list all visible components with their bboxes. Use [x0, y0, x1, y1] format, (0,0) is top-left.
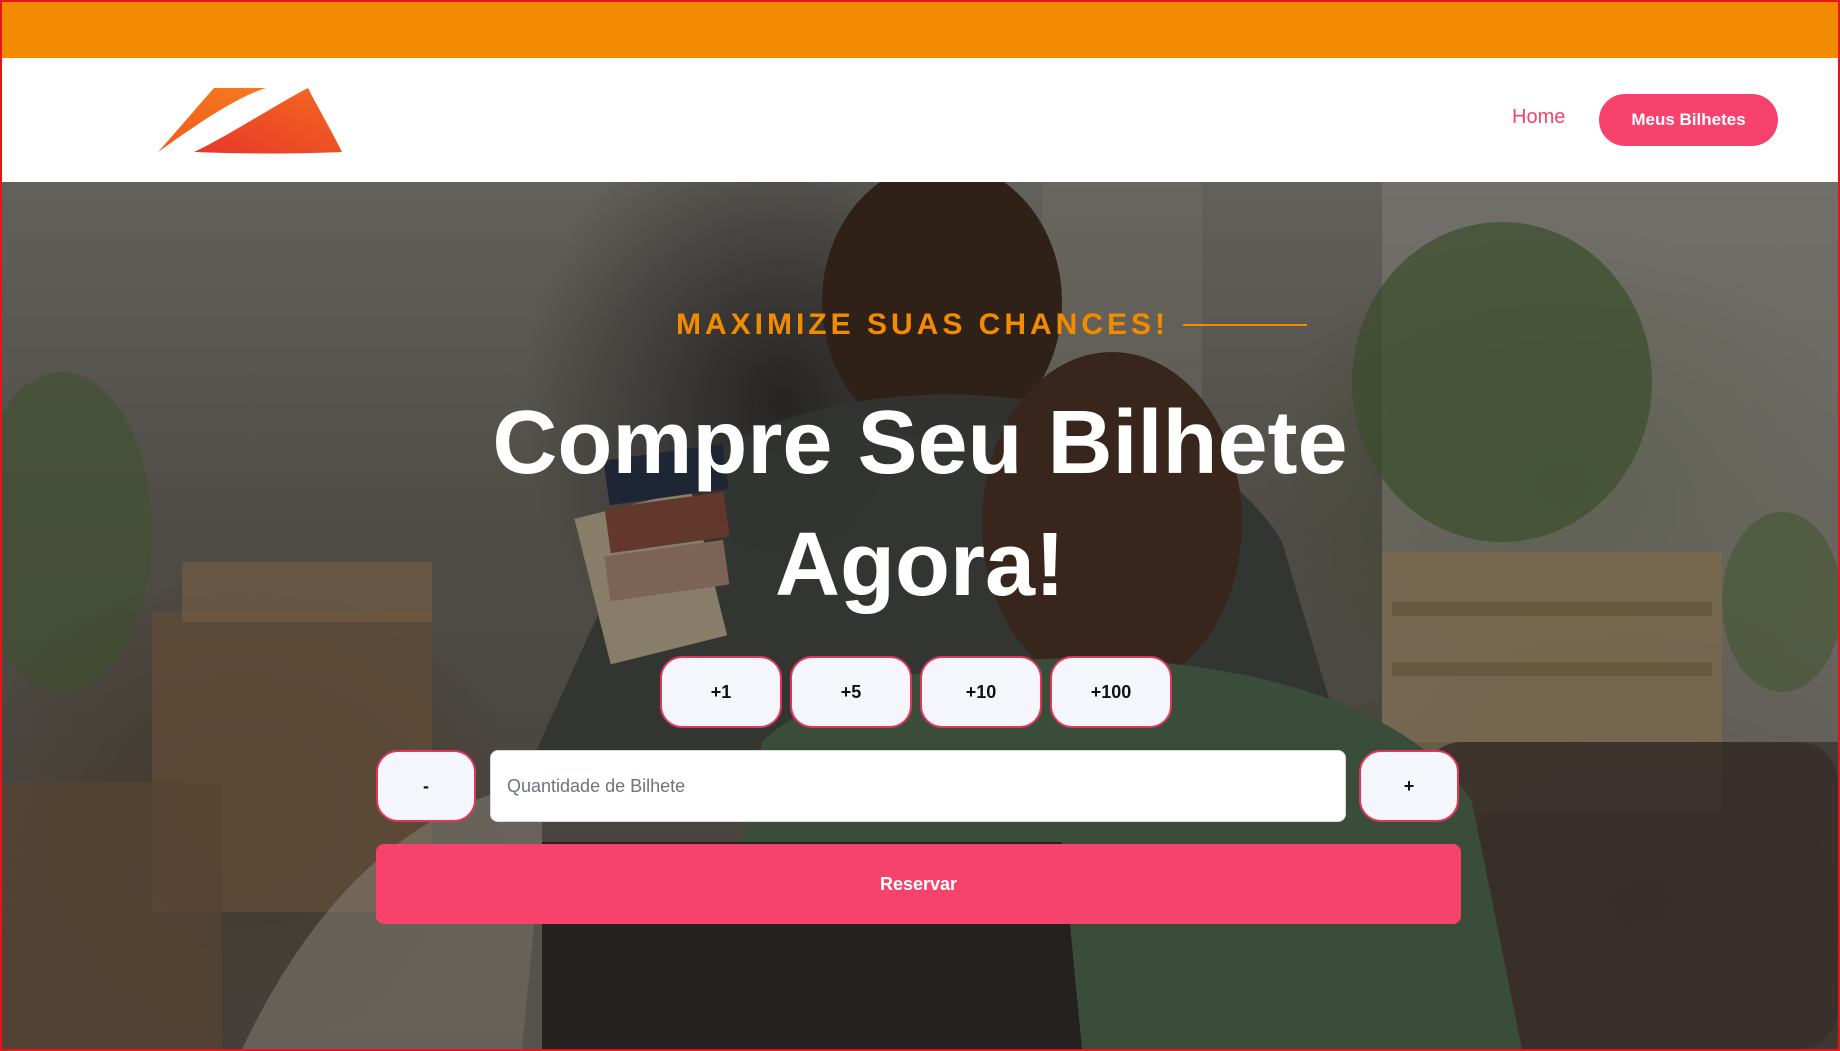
brand-logo-icon[interactable]	[158, 88, 346, 154]
ticket-quantity-input[interactable]	[490, 750, 1346, 822]
quick-add-5-button[interactable]: +5	[790, 656, 912, 728]
my-tickets-button[interactable]: Meus Bilhetes	[1599, 94, 1778, 146]
nav-home-link[interactable]: Home	[1512, 106, 1565, 129]
page-frame: Home Meus Bilhetes MAXIMIZE SUAS CHANCES…	[0, 0, 1840, 1051]
reserve-button[interactable]: Reservar	[376, 844, 1461, 924]
eyebrow-divider-line	[1183, 324, 1307, 326]
quick-add-1-button[interactable]: +1	[660, 656, 782, 728]
quick-add-buttons: +1 +5 +10 +100	[660, 656, 1172, 728]
hero-headline: Compre Seu Bilhete Agora!	[2, 382, 1838, 626]
hero-headline-line-2: Agora!	[775, 515, 1065, 615]
quantity-stepper: - +	[376, 750, 1462, 824]
quick-add-100-button[interactable]: +100	[1050, 656, 1172, 728]
top-accent-bar	[2, 2, 1838, 58]
quick-add-10-button[interactable]: +10	[920, 656, 1042, 728]
hero-eyebrow: MAXIMIZE SUAS CHANCES!	[2, 308, 1838, 342]
decrement-button[interactable]: -	[376, 750, 476, 822]
increment-button[interactable]: +	[1359, 750, 1459, 822]
hero-headline-line-1: Compre Seu Bilhete	[492, 393, 1348, 493]
site-header: Home Meus Bilhetes	[2, 58, 1838, 182]
hero-section: MAXIMIZE SUAS CHANCES! Compre Seu Bilhet…	[2, 182, 1838, 1049]
hero-eyebrow-text: MAXIMIZE SUAS CHANCES!	[675, 308, 1169, 341]
